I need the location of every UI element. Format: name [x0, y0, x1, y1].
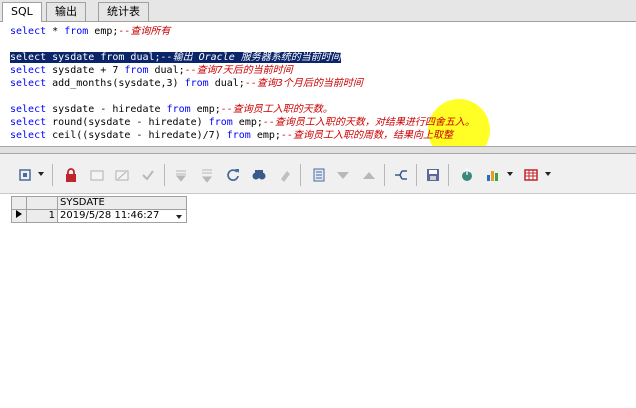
- sql-text: dual;: [148, 65, 185, 76]
- sql-keyword: from: [100, 52, 125, 63]
- link-icon[interactable]: [392, 166, 410, 184]
- lock-icon[interactable]: [62, 166, 80, 184]
- current-row-indicator: [11, 209, 27, 223]
- sql-text: sysdate: [46, 52, 101, 63]
- toolbar-separator: [52, 164, 53, 186]
- grid-options-icon[interactable]: [16, 166, 34, 184]
- sql-text: emp;: [88, 26, 119, 37]
- delete-record-icon[interactable]: [113, 166, 131, 184]
- pane-splitter[interactable]: [0, 146, 636, 154]
- chevron-down-icon[interactable]: [507, 172, 513, 176]
- sql-keyword: select: [10, 117, 47, 128]
- sql-text: emp;: [250, 130, 281, 141]
- sql-comment: --查询7天后的当前时间: [184, 65, 293, 76]
- toolbar-separator: [384, 164, 385, 186]
- toolbar-separator: [164, 164, 165, 186]
- sql-keyword: from: [208, 117, 233, 128]
- sql-keyword: select: [10, 130, 47, 141]
- toolbar-separator: [416, 164, 417, 186]
- sql-keyword: from: [166, 104, 191, 115]
- sql-text: dual;: [208, 78, 245, 89]
- sql-comment: --输出 Oracle 服务器系统的当前时间: [160, 52, 341, 63]
- grid-corner: [26, 196, 58, 210]
- code-line-selected: select sysdate from dual;--输出 Oracle 服务器…: [10, 51, 341, 64]
- sql-keyword: select: [10, 65, 47, 76]
- tab-output[interactable]: 输出: [46, 2, 86, 21]
- sql-keyword: from: [64, 26, 89, 37]
- sql-text: emp;: [190, 104, 221, 115]
- save-icon[interactable]: [424, 166, 442, 184]
- sql-comment: --查询员工入职的天数。: [220, 104, 333, 115]
- sql-keyword: select: [10, 78, 47, 89]
- table-export-icon[interactable]: [522, 166, 540, 184]
- sql-text: round(sysdate - hiredate): [46, 117, 209, 128]
- chevron-down-icon[interactable]: [176, 215, 182, 219]
- refresh-icon[interactable]: [224, 166, 242, 184]
- fetch-next-icon[interactable]: [172, 166, 190, 184]
- chart-icon[interactable]: [484, 166, 502, 184]
- grid-cell-sysdate[interactable]: 2019/5/28 11:46:27: [57, 209, 187, 223]
- sql-text: *: [46, 26, 65, 37]
- code-line: select ceil((sysdate - hiredate)/7) from…: [10, 129, 453, 142]
- sql-text: emp;: [232, 117, 263, 128]
- column-header-sysdate[interactable]: SYSDATE: [57, 196, 187, 210]
- sql-text: add_months(sysdate,3): [46, 78, 185, 89]
- grid-header-row: SYSDATE: [11, 196, 187, 210]
- export-icon[interactable]: [458, 166, 476, 184]
- post-icon[interactable]: [139, 166, 157, 184]
- sql-keyword: from: [124, 65, 149, 76]
- code-line: select sysdate + 7 from dual;--查询7天后的当前时…: [10, 64, 293, 77]
- clear-icon[interactable]: [276, 166, 294, 184]
- fetch-all-icon[interactable]: [198, 166, 216, 184]
- sql-keyword: select: [10, 104, 47, 115]
- result-tab-bar: SQL 输出 统计表: [0, 0, 636, 22]
- sql-editor[interactable]: select * from emp;--查询所有 select sysdate …: [0, 22, 636, 146]
- chevron-down-icon[interactable]: [545, 172, 551, 176]
- sql-keyword: from: [184, 78, 209, 89]
- code-line: select round(sysdate - hiredate) from em…: [10, 116, 475, 129]
- chevron-down-icon[interactable]: [38, 172, 44, 176]
- cell-value: 2019/5/28 11:46:27: [60, 210, 160, 221]
- tab-sql[interactable]: SQL: [2, 2, 42, 22]
- grid-corner: [11, 196, 27, 210]
- row-pointer-icon: [16, 210, 22, 218]
- filter-down-icon[interactable]: [334, 166, 352, 184]
- code-line: select * from emp;--查询所有: [10, 25, 170, 38]
- tab-statistics[interactable]: 统计表: [98, 2, 149, 21]
- code-line: select add_months(sysdate,3) from dual;-…: [10, 77, 363, 90]
- code-line: select sysdate - hiredate from emp;--查询员…: [10, 103, 333, 116]
- sql-text: dual;: [124, 52, 161, 63]
- sql-text: sysdate + 7: [46, 65, 125, 76]
- mouse-highlight-circle: [428, 99, 490, 146]
- single-record-view-icon[interactable]: [310, 166, 328, 184]
- toolbar-separator: [300, 164, 301, 186]
- sql-keyword: select: [10, 52, 47, 63]
- sql-comment: --查询所有: [118, 26, 171, 37]
- result-grid: SYSDATE 1 2019/5/28 11:46:27: [11, 196, 187, 223]
- sql-comment: --查询3个月后的当前时间: [244, 78, 363, 89]
- table-row[interactable]: 1 2019/5/28 11:46:27: [11, 209, 187, 223]
- sql-keyword: select: [10, 26, 47, 37]
- sql-text: ceil((sysdate - hiredate)/7): [46, 130, 227, 141]
- sql-keyword: from: [226, 130, 251, 141]
- sql-text: sysdate - hiredate: [46, 104, 167, 115]
- result-grid-area: SYSDATE 1 2019/5/28 11:46:27: [0, 194, 636, 408]
- filter-up-icon[interactable]: [360, 166, 378, 184]
- grid-toolbar: [0, 154, 636, 194]
- find-icon[interactable]: [250, 166, 268, 184]
- new-record-icon[interactable]: [88, 166, 106, 184]
- row-number[interactable]: 1: [26, 209, 58, 223]
- toolbar-separator: [448, 164, 449, 186]
